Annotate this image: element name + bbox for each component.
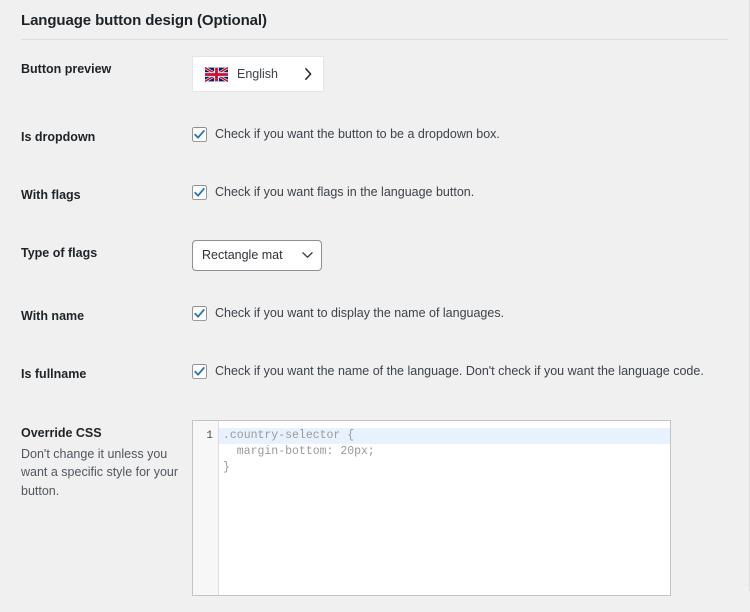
label-button-preview: Button preview bbox=[0, 40, 192, 108]
row-with-name: With name Check if you want to display t… bbox=[0, 287, 749, 345]
preview-language-name: English bbox=[237, 67, 278, 81]
code-line[interactable]: .country-selector { bbox=[219, 427, 670, 444]
row-label-text: With name bbox=[21, 309, 85, 324]
field-with-flags: Check if you want flags in the language … bbox=[192, 166, 749, 224]
preview-left-group: English bbox=[205, 66, 278, 82]
row-button-preview: Button preview English bbox=[0, 40, 749, 108]
is-fullname-description: Check if you want the name of the langua… bbox=[215, 364, 704, 379]
label-is-dropdown: Is dropdown bbox=[0, 108, 192, 166]
label-override-css: Override CSS Don't change it unless you … bbox=[0, 404, 192, 612]
override-css-help-text: Don't change it unless you want a specif… bbox=[21, 446, 179, 499]
checkbox-checked-icon[interactable] bbox=[192, 185, 207, 201]
field-override-css: 1 .country-selector { margin-bottom: 20p… bbox=[192, 404, 749, 612]
label-with-name: With name bbox=[0, 287, 192, 345]
is-dropdown-checkbox-row[interactable]: Check if you want the button to be a dro… bbox=[192, 124, 739, 144]
settings-panel: Language button design (Optional) Button… bbox=[0, 0, 750, 596]
field-type-of-flags: Rectangle mat bbox=[192, 224, 749, 287]
checkbox-checked-icon[interactable] bbox=[192, 306, 207, 322]
uk-flag-icon bbox=[205, 66, 228, 82]
row-label-text: Button preview bbox=[21, 62, 112, 76]
type-of-flags-select-wrapper: Rectangle mat bbox=[192, 240, 322, 272]
row-with-flags: With flags Check if you want flags in th… bbox=[0, 166, 749, 224]
with-flags-description: Check if you want flags in the language … bbox=[215, 185, 475, 200]
row-label-text: Override CSS bbox=[21, 425, 102, 440]
label-type-of-flags: Type of flags bbox=[0, 224, 192, 287]
checkbox-checked-icon[interactable] bbox=[192, 364, 207, 380]
is-dropdown-description: Check if you want the button to be a dro… bbox=[215, 127, 500, 141]
language-button-preview[interactable]: English bbox=[192, 56, 324, 92]
editor-code-area[interactable]: .country-selector { margin-bottom: 20px;… bbox=[219, 421, 670, 595]
code-line[interactable]: margin-bottom: 20px; bbox=[219, 444, 670, 460]
field-is-fullname: Check if you want the name of the langua… bbox=[192, 345, 749, 403]
is-fullname-checkbox-row[interactable]: Check if you want the name of the langua… bbox=[192, 361, 739, 381]
type-of-flags-select[interactable]: Rectangle mat bbox=[192, 240, 322, 272]
editor-gutter: 1 bbox=[193, 420, 219, 595]
row-label-text: Is fullname bbox=[21, 367, 87, 382]
field-with-name: Check if you want to display the name of… bbox=[192, 287, 749, 345]
with-name-checkbox-row[interactable]: Check if you want to display the name of… bbox=[192, 303, 739, 323]
field-button-preview: English bbox=[192, 40, 749, 108]
row-label-text: Is dropdown bbox=[21, 130, 96, 144]
row-is-dropdown: Is dropdown Check if you want the button… bbox=[0, 108, 749, 166]
with-flags-checkbox-row[interactable]: Check if you want flags in the language … bbox=[192, 182, 739, 202]
field-is-dropdown: Check if you want the button to be a dro… bbox=[192, 108, 749, 166]
row-label-text: Type of flags bbox=[21, 246, 98, 261]
line-number: 1 bbox=[206, 429, 213, 442]
settings-form-table: Button preview English Is dropdown Check… bbox=[0, 40, 749, 612]
page-title: Language button design (Optional) bbox=[21, 12, 267, 29]
css-code-editor[interactable]: 1 .country-selector { margin-bottom: 20p… bbox=[192, 419, 671, 596]
row-type-of-flags: Type of flags Rectangle mat bbox=[0, 224, 749, 287]
with-name-description: Check if you want to display the name of… bbox=[215, 306, 505, 321]
row-is-fullname: Is fullname Check if you want the name o… bbox=[0, 345, 749, 403]
row-label-text: With flags bbox=[21, 188, 81, 203]
code-line[interactable]: } bbox=[219, 460, 670, 476]
label-is-fullname: Is fullname bbox=[0, 345, 192, 403]
label-with-flags: With flags bbox=[0, 166, 192, 224]
checkbox-checked-icon[interactable] bbox=[192, 127, 207, 142]
row-override-css: Override CSS Don't change it unless you … bbox=[0, 404, 749, 612]
chevron-right-icon bbox=[305, 68, 312, 80]
